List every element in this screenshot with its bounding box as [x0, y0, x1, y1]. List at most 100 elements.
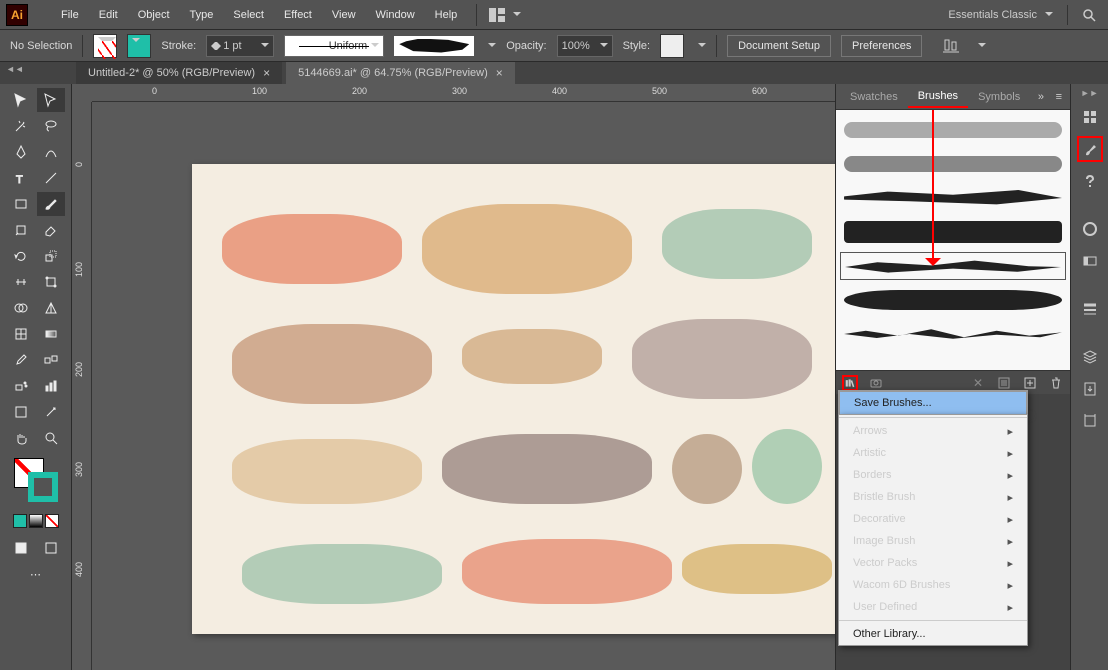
stroke-swatch[interactable]: [127, 34, 151, 58]
search-icon[interactable]: [1076, 2, 1102, 28]
slice-tool[interactable]: [37, 400, 65, 424]
opacity-input[interactable]: 100%: [557, 35, 613, 57]
panel-collapse-icon[interactable]: ►►: [1081, 88, 1099, 98]
brush-list[interactable]: [836, 110, 1070, 370]
none-swatch[interactable]: [45, 514, 59, 528]
menu-decorative[interactable]: Decorative▸: [839, 508, 1027, 530]
brushes-panel-icon[interactable]: [1077, 136, 1103, 162]
menu-effect[interactable]: Effect: [275, 5, 321, 25]
menu-edit[interactable]: Edit: [90, 5, 127, 25]
menu-file[interactable]: File: [52, 5, 88, 25]
mesh-tool[interactable]: [7, 322, 35, 346]
shape-builder-tool[interactable]: [7, 296, 35, 320]
panel-more-icon[interactable]: »: [1034, 91, 1048, 103]
screen-mode-toggle[interactable]: [37, 536, 65, 560]
asset-export-icon[interactable]: [1077, 376, 1103, 402]
menu-artistic[interactable]: Artistic▸: [839, 442, 1027, 464]
brush-stroke-art[interactable]: [242, 544, 442, 604]
menu-object[interactable]: Object: [129, 5, 179, 25]
color-panel-icon[interactable]: [1077, 216, 1103, 242]
brush-stroke-art[interactable]: [462, 539, 672, 604]
brush-stroke-art[interactable]: [662, 209, 812, 279]
brush-stroke-art[interactable]: [682, 544, 832, 594]
brush-stroke-art[interactable]: [462, 329, 602, 384]
brush-libraries-icon[interactable]: [842, 375, 858, 391]
properties-icon[interactable]: [1077, 104, 1103, 130]
hand-tool[interactable]: [7, 426, 35, 450]
tab-untitled[interactable]: Untitled-2* @ 50% (RGB/Preview)×: [76, 62, 282, 84]
document-setup-button[interactable]: Document Setup: [727, 35, 831, 57]
menu-help[interactable]: Help: [426, 5, 467, 25]
menu-other-library[interactable]: Other Library...: [839, 623, 1027, 645]
menu-image-brush[interactable]: Image Brush▸: [839, 530, 1027, 552]
rotate-tool[interactable]: [7, 244, 35, 268]
stroke-panel-icon[interactable]: [1077, 296, 1103, 322]
magic-wand-tool[interactable]: [7, 114, 35, 138]
brush-preview[interactable]: [394, 36, 474, 56]
eyedropper-tool[interactable]: [7, 348, 35, 372]
edit-toolbar[interactable]: ⋯: [7, 562, 65, 586]
width-tool[interactable]: [7, 270, 35, 294]
menu-bristle-brush[interactable]: Bristle Brush▸: [839, 486, 1027, 508]
menu-wacom-6d-brushes[interactable]: Wacom 6D Brushes▸: [839, 574, 1027, 596]
close-icon[interactable]: ×: [496, 66, 503, 80]
direct-selection-tool[interactable]: [37, 88, 65, 112]
menu-borders[interactable]: Borders▸: [839, 464, 1027, 486]
close-icon[interactable]: ×: [263, 66, 270, 80]
symbols-panel-icon[interactable]: [1077, 168, 1103, 194]
menu-arrows[interactable]: Arrows▸: [839, 420, 1027, 442]
artboard-tool[interactable]: [7, 400, 35, 424]
menu-type[interactable]: Type: [181, 5, 223, 25]
style-swatch[interactable]: [660, 34, 684, 58]
libraries-icon[interactable]: [868, 375, 884, 391]
profile-dropdown[interactable]: Uniform: [284, 35, 384, 57]
brush-stroke-art[interactable]: [632, 319, 812, 399]
brush-item-selected[interactable]: [840, 252, 1066, 280]
pen-tool[interactable]: [7, 140, 35, 164]
type-tool[interactable]: T: [7, 166, 35, 190]
fill-stroke-indicator[interactable]: [14, 458, 58, 502]
perspective-tool[interactable]: [37, 296, 65, 320]
scale-tool[interactable]: [37, 244, 65, 268]
screen-mode-normal[interactable]: [7, 536, 35, 560]
paintbrush-tool[interactable]: [37, 192, 65, 216]
color-guide-icon[interactable]: [1077, 248, 1103, 274]
brush-stroke-art[interactable]: [422, 204, 632, 294]
line-tool[interactable]: [37, 166, 65, 190]
brush-stroke-art[interactable]: [672, 434, 742, 504]
brush-stroke-art[interactable]: [222, 214, 402, 284]
menu-select[interactable]: Select: [224, 5, 273, 25]
brush-item[interactable]: [840, 116, 1066, 144]
new-brush-icon[interactable]: [1022, 375, 1038, 391]
gradient-tool[interactable]: [37, 322, 65, 346]
menu-save-brushes[interactable]: Save Brushes...: [840, 392, 1026, 414]
stroke-weight-input[interactable]: 1 pt: [206, 35, 274, 57]
eraser-tool[interactable]: [37, 218, 65, 242]
artboards-panel-icon[interactable]: [1077, 408, 1103, 434]
curvature-tool[interactable]: [37, 140, 65, 164]
brush-stroke-art[interactable]: [232, 439, 422, 504]
panel-menu-icon[interactable]: ≡: [1052, 91, 1066, 103]
tab-symbols[interactable]: Symbols: [968, 87, 1030, 107]
free-transform-tool[interactable]: [37, 270, 65, 294]
zoom-tool[interactable]: [37, 426, 65, 450]
tab-swatches[interactable]: Swatches: [840, 87, 908, 107]
brush-stroke-art[interactable]: [752, 429, 822, 504]
remove-stroke-icon[interactable]: ✕: [970, 375, 986, 391]
artboard[interactable]: [192, 164, 835, 634]
panel-collapse-icon[interactable]: ◄◄: [6, 64, 24, 74]
preferences-button[interactable]: Preferences: [841, 35, 922, 57]
align-icon[interactable]: [938, 33, 964, 59]
tab-active-doc[interactable]: 5144669.ai* @ 64.75% (RGB/Preview)×: [286, 62, 515, 84]
menu-view[interactable]: View: [323, 5, 365, 25]
selection-tool[interactable]: [7, 88, 35, 112]
blend-tool[interactable]: [37, 348, 65, 372]
menu-vector-packs[interactable]: Vector Packs▸: [839, 552, 1027, 574]
brush-item[interactable]: [840, 218, 1066, 246]
workspace-switcher[interactable]: Essentials Classic: [942, 5, 1059, 25]
lasso-tool[interactable]: [37, 114, 65, 138]
layers-panel-icon[interactable]: [1077, 344, 1103, 370]
canvas-area[interactable]: 0100200300400500600700 0100200300400: [72, 84, 835, 670]
delete-brush-icon[interactable]: [1048, 375, 1064, 391]
graph-tool[interactable]: [37, 374, 65, 398]
